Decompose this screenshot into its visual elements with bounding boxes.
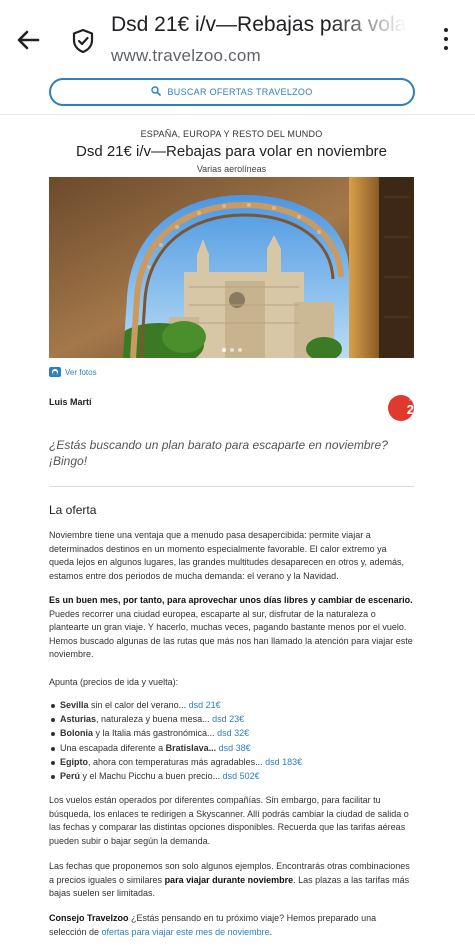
section-title: La oferta — [49, 503, 97, 517]
deal-subtitle: Varias aerolíneas — [196, 164, 267, 174]
title-fade — [330, 10, 420, 40]
list-item: Una escapada diferente a Bratislava... d… — [49, 741, 413, 755]
list-item: Bolonia y la Italia más gastronómica... … — [49, 726, 413, 740]
destination-list: Sevilla sin el calor del verano... dsd 2… — [49, 698, 413, 783]
top20-badge: TOP 20 — [388, 395, 421, 421]
badge-number: 20 — [406, 402, 422, 417]
list-item: Egipto, ahora con temperaturas más agrad… — [49, 755, 413, 769]
hero-photo[interactable] — [49, 177, 414, 358]
list-item: Perú y el Machu Picchu a buen precio... … — [49, 769, 413, 783]
paragraph-3: Apunta (precios de ida y vuelta): — [49, 677, 179, 687]
price-link[interactable]: dsd 21€ — [189, 700, 221, 710]
price-link[interactable]: dsd 183€ — [265, 757, 302, 767]
search-icon — [151, 86, 162, 98]
list-item: Sevilla sin el calor del verano... dsd 2… — [49, 698, 413, 712]
browser-toolbar: Dsd 21€ i/v—Rebajas para volar www.trave… — [0, 0, 475, 77]
price-link[interactable]: dsd 23€ — [212, 714, 244, 724]
search-offers-label: BUSCAR OFERTAS TRAVELZOO — [167, 87, 313, 97]
november-offers-link[interactable]: ofertas para viajar este mes de noviembr… — [102, 927, 270, 937]
view-photos-label: Ver fotos — [65, 367, 97, 377]
shield-check-icon[interactable] — [70, 27, 96, 55]
deal-category: ESPAÑA, EUROPA Y RESTO DEL MUNDO — [140, 129, 323, 139]
list-item: Asturias, naturaleza y buena mesa... dsd… — [49, 712, 413, 726]
paragraph-2-text: Puedes recorrer una ciudad europea, esca… — [49, 608, 413, 660]
search-strip: BUSCAR OFERTAS TRAVELZOO — [0, 76, 475, 115]
paragraph-4: Los vuelos están operados por diferentes… — [49, 795, 409, 846]
price-link[interactable]: dsd 32€ — [217, 728, 249, 738]
back-arrow-icon[interactable] — [14, 26, 42, 54]
deal-title: Dsd 21€ i/v—Rebajas para volar en noviem… — [76, 143, 387, 160]
paragraph-2: Es un buen mes, por tanto, para aprovech… — [49, 594, 413, 662]
camera-icon — [49, 367, 61, 377]
price-link[interactable]: dsd 502€ — [223, 771, 260, 781]
paragraph-5: Las fechas que proponemos son solo algun… — [49, 861, 410, 898]
paragraph-1: Noviembre tiene una ventaja que a menudo… — [49, 530, 405, 581]
price-link[interactable]: dsd 38€ — [219, 743, 251, 753]
author-name: Luis Martí — [49, 397, 92, 407]
browser-url[interactable]: www.travelzoo.com — [111, 46, 261, 66]
paragraph-6: Consejo Travelzoo ¿Estás pensando en tu … — [49, 913, 377, 937]
carousel-dots[interactable] — [49, 348, 414, 352]
intro-text: ¿Estás buscando un plan barato para esca… — [49, 438, 388, 468]
search-offers-button[interactable]: BUSCAR OFERTAS TRAVELZOO — [49, 78, 415, 106]
paragraph-2-bold: Es un buen mes, por tanto, para aprovech… — [49, 595, 413, 605]
more-options-icon[interactable] — [438, 28, 454, 54]
view-photos-link[interactable]: Ver fotos — [49, 367, 97, 377]
section-divider — [49, 486, 414, 487]
